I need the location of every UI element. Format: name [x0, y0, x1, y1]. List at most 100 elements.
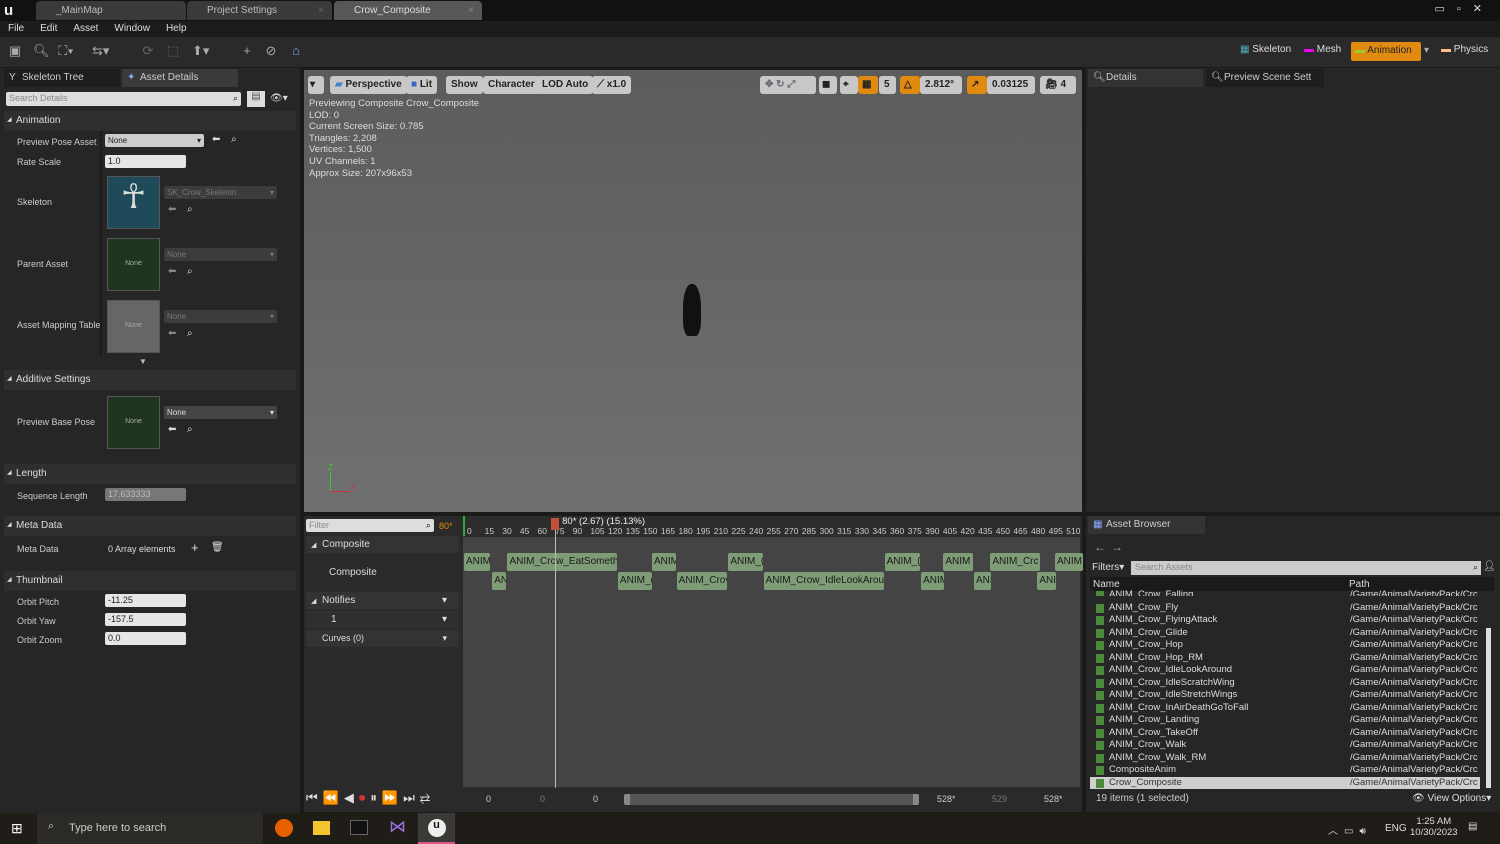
view-range-scrollbar[interactable] — [624, 794, 919, 805]
asset-list-scrollbar[interactable] — [1486, 628, 1491, 788]
curves-track-header[interactable]: Curves (0)▾ — [306, 630, 459, 647]
montage-segment[interactable]: ANIM_Crc — [990, 553, 1040, 571]
asset-row[interactable]: ANIM_Crow_IdleStretchWings/Game/AnimalVa… — [1090, 689, 1480, 702]
montage-segment[interactable]: ANIM_Crov — [677, 572, 728, 590]
range-start-c[interactable]: 0 — [593, 794, 598, 804]
asset-mapping-thumbnail[interactable]: None — [107, 300, 160, 353]
user-icon[interactable]: 👤︎ — [1483, 561, 1496, 572]
orbit-pitch-input[interactable]: -11.25 — [105, 594, 186, 607]
section-animation[interactable]: Animation — [4, 111, 296, 131]
montage-segment[interactable]: ANIM_( — [885, 553, 920, 571]
preview-pose-asset-combo[interactable]: None▾ — [105, 134, 204, 147]
step-forward-icon[interactable]: ⏩ — [382, 790, 403, 805]
montage-segment[interactable]: ANIM_Crow_EatSomethi — [507, 553, 616, 571]
use-selected-arrow-icon[interactable]: ⬅ — [168, 424, 176, 435]
asset-row[interactable]: ANIM_Crow_IdleLookAround/Game/AnimalVari… — [1090, 664, 1480, 677]
mode-mesh[interactable]: ▬ Mesh — [1304, 44, 1341, 55]
visibility-eye-icon[interactable]: 👁︎▾ — [270, 93, 288, 104]
montage-segment[interactable]: ANIM — [943, 553, 973, 571]
section-thumbnail[interactable]: Thumbnail — [4, 571, 296, 591]
menu-file[interactable]: File — [8, 23, 24, 34]
range-end-b[interactable]: 529 — [992, 794, 1007, 804]
lit-button[interactable]: ■ Lit — [406, 76, 437, 94]
viewport-options-button[interactable]: ▾ — [308, 76, 324, 94]
asset-mapping-combo[interactable]: None▾ — [164, 310, 277, 323]
lod-button[interactable]: LOD Auto — [537, 76, 593, 94]
parent-asset-combo[interactable]: None▾ — [164, 248, 277, 261]
clock[interactable]: 1:25 AM10/30/2023 — [1410, 816, 1458, 838]
browse-search-icon[interactable]: ⌕ — [187, 424, 193, 435]
use-selected-arrow-icon[interactable]: ⬅ — [168, 328, 176, 339]
chevron-down-icon[interactable]: ▾ — [442, 633, 447, 644]
montage-segment[interactable]: ANIM_( — [728, 553, 762, 571]
export-icon[interactable]: ⇆▾ — [92, 43, 108, 59]
filters-button[interactable]: Filters▾ — [1092, 562, 1124, 573]
mode-physics[interactable]: ▬ Physics — [1441, 44, 1488, 55]
notifications-icon[interactable]: ▤ — [1468, 821, 1477, 832]
preview-base-pose-thumbnail[interactable]: None — [107, 396, 160, 449]
play-reverse-icon[interactable]: ◀ — [344, 790, 359, 805]
file-explorer-icon[interactable] — [313, 821, 330, 835]
view-options-button[interactable]: 👁︎ View Options▾ — [1412, 793, 1491, 804]
tab-project-settings[interactable]: Project Settings× — [187, 1, 332, 20]
tab-preview-scene-settings[interactable]: 🔍︎Preview Scene Sett — [1206, 69, 1324, 87]
reimport-icon[interactable]: ⟳ — [140, 43, 156, 59]
montage-segment[interactable]: ANIM — [921, 572, 944, 590]
windows-start-icon[interactable]: ⊞ — [11, 820, 23, 837]
add-icon[interactable]: + — [239, 43, 255, 59]
grid-size-button[interactable]: 5 — [879, 76, 896, 94]
crow-model[interactable] — [683, 284, 701, 336]
browse-search-icon[interactable]: ⌕ — [187, 204, 193, 215]
terminal-icon[interactable] — [350, 820, 368, 835]
visual-studio-icon[interactable]: ⋈ — [389, 817, 406, 837]
loop-icon[interactable]: ⇄ — [420, 790, 435, 805]
browse-search-icon[interactable]: ⌕ — [187, 328, 193, 339]
montage-segment[interactable]: ANI — [974, 572, 991, 590]
chevron-down-icon[interactable]: ▾ — [442, 595, 447, 606]
menu-window[interactable]: Window — [114, 23, 150, 34]
make-icon[interactable]: ⬆▾ — [192, 43, 208, 59]
composite-track-header[interactable]: Composite◢ — [306, 536, 459, 553]
tab-details[interactable]: 🔍︎Details — [1088, 69, 1203, 87]
asset-row[interactable]: ANIM_Crow_IdleScratchWing/Game/AnimalVar… — [1090, 677, 1480, 690]
asset-row[interactable]: ANIM_Crow_TakeOff/Game/AnimalVarietyPack… — [1090, 727, 1480, 740]
scale-size-button[interactable]: 0.03125 — [987, 76, 1035, 94]
section-meta-data[interactable]: Meta Data — [4, 516, 296, 536]
montage-segment[interactable]: AN — [492, 572, 506, 590]
browse-icon[interactable]: 🔍︎ — [33, 43, 49, 59]
mode-skeleton[interactable]: ▦ Skeleton — [1240, 44, 1291, 55]
browse-search-icon[interactable]: ⌕ — [187, 266, 193, 277]
use-selected-arrow-icon[interactable]: ⬅ — [168, 266, 176, 277]
camera-speed-button[interactable]: 🎥︎ 4 — [1040, 76, 1076, 94]
use-selected-arrow-icon[interactable]: ⬅ — [212, 134, 220, 145]
tab-skeleton-tree[interactable]: YSkeleton Tree — [4, 69, 120, 87]
world-local-button[interactable]: ⌖ — [840, 76, 858, 94]
playhead-handle[interactable] — [551, 518, 559, 530]
asset-search-input[interactable]: Search Assets⌕ — [1131, 561, 1481, 575]
asset-row[interactable]: CompositeAnim/Game/AnimalVarietyPack/Crc — [1090, 764, 1480, 777]
grid-view-button[interactable]: ▤ — [247, 91, 265, 107]
asset-row[interactable]: ANIM_Crow_InAirDeathGoToFall/Game/Animal… — [1090, 702, 1480, 715]
taskbar-search-input[interactable]: ⌕Type here to search — [37, 813, 263, 844]
asset-row[interactable]: ANIM_Crow_Glide/Game/AnimalVarietyPack/C… — [1090, 627, 1480, 640]
asset-row[interactable]: ANIM_Crow_FlyingAttack/Game/AnimalVariet… — [1090, 614, 1480, 627]
playback-speed-button[interactable]: ⟋ x1.0 — [592, 76, 631, 94]
tab-main-map[interactable]: _MainMap — [36, 1, 186, 20]
section-additive-settings[interactable]: Additive Settings — [4, 370, 296, 390]
asset-row[interactable]: ANIM_Crow_Falling/Game/AnimalVarietyPack… — [1090, 589, 1480, 596]
skeleton-thumbnail[interactable]: ☥ — [107, 176, 160, 229]
language-indicator[interactable]: ENG — [1385, 823, 1407, 834]
preview-base-pose-combo[interactable]: None▾ — [164, 406, 277, 419]
notifies-track-header[interactable]: Notifies◢▾ — [306, 592, 459, 609]
montage-segment[interactable]: ANIM — [652, 553, 676, 571]
section-length[interactable]: Length — [4, 464, 296, 484]
transform-tools[interactable]: ✥ ↻ ⤢ — [760, 76, 816, 94]
montage-segment[interactable]: ANIM_Crow_IdleLookArour — [764, 572, 884, 590]
orbit-zoom-input[interactable]: 0.0 — [105, 632, 186, 645]
show-button[interactable]: Show — [446, 76, 483, 94]
window-controls[interactable]: ▭▫✕ — [1434, 2, 1494, 15]
record-icon[interactable]: ⬚ — [165, 43, 181, 59]
notify-track-1[interactable]: 1▾ — [306, 611, 459, 628]
playhead[interactable]: 80* (2.67) (15.13%) — [555, 518, 556, 788]
range-start[interactable]: 0 — [486, 794, 491, 804]
